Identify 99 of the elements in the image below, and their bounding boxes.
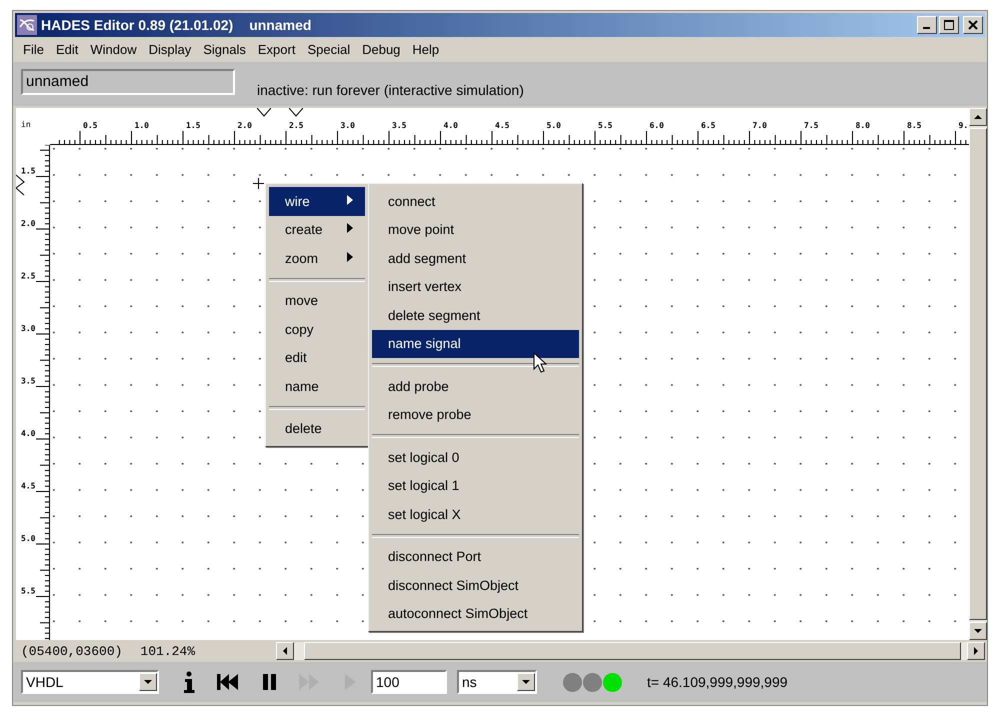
close-button[interactable]: [963, 16, 983, 34]
ruler-label: 5.5: [21, 586, 36, 596]
marker-icon: [257, 108, 271, 117]
ruler-label: 3.5: [392, 121, 406, 130]
scroll-left-button[interactable]: [276, 642, 294, 660]
ruler-label: 2.0: [238, 121, 252, 130]
time-unit-dropdown[interactable]: ns: [457, 670, 537, 694]
menu-item[interactable]: zoom: [269, 244, 365, 272]
menu-item[interactable]: set logical X: [372, 500, 579, 528]
ruler-label: 5.5: [598, 121, 612, 130]
ruler-label: 2.0: [21, 219, 36, 228]
menu-item[interactable]: name: [269, 372, 365, 400]
language-dropdown[interactable]: VHDL: [21, 670, 159, 694]
rewind-icon: [217, 673, 239, 691]
horizontal-scrollbar[interactable]: [276, 642, 985, 660]
ruler-label: 2.5: [21, 272, 36, 280]
ruler-label: 4.0: [21, 429, 36, 438]
minimize-button[interactable]: [917, 16, 937, 34]
cursor-icon: [533, 352, 547, 374]
crosshair-icon: [253, 178, 264, 189]
down-arrow-icon: [144, 678, 152, 686]
rewind-button[interactable]: [217, 673, 239, 691]
menu-bar-item[interactable]: Help: [406, 42, 446, 57]
menu-item[interactable]: edit: [269, 344, 365, 372]
design-name-field[interactable]: unnamed: [21, 69, 235, 95]
schematic-canvas[interactable]: [16, 108, 969, 640]
menu-item[interactable]: remove probe: [372, 400, 579, 429]
scroll-right-button[interactable]: [967, 642, 985, 660]
menu-item[interactable]: add segment: [372, 244, 579, 272]
menu-item[interactable]: connect: [372, 187, 579, 216]
menu-item[interactable]: autoconnect SimObject: [372, 600, 579, 628]
cursor-coordinates: (05400,03600): [21, 644, 122, 658]
menu-item[interactable]: delete: [269, 414, 365, 443]
menu-bar-item[interactable]: File: [17, 42, 50, 57]
info-button[interactable]: [183, 671, 195, 693]
left-arrow-icon: [281, 647, 289, 655]
ruler-label: 8.0: [856, 121, 870, 130]
menu-bar-item[interactable]: Export: [252, 42, 302, 57]
menu-item[interactable]: copy: [269, 315, 365, 344]
ruler-label: 9.: [958, 121, 968, 130]
ruler-label: 3.0: [340, 121, 355, 130]
step-field[interactable]: 100: [371, 670, 447, 694]
ruler-label: 3.5: [21, 376, 36, 386]
ruler-label: 6.0: [650, 121, 664, 130]
menu-item[interactable]: disconnect Port: [372, 542, 579, 571]
ruler-label: 5.0: [21, 534, 36, 543]
menu-item[interactable]: disconnect SimObject: [372, 571, 579, 600]
menu-item[interactable]: insert vertex: [372, 272, 579, 301]
maximize-icon: [944, 20, 954, 30]
menu-bar-item[interactable]: Display: [142, 42, 198, 57]
app-logo-icon: [17, 15, 37, 35]
ruler-label: 0.5: [83, 121, 98, 130]
menu-item[interactable]: move: [269, 286, 365, 315]
menu-bar-item[interactable]: Special: [301, 42, 356, 57]
menu-item[interactable]: wire: [269, 187, 365, 216]
menu-bar-item[interactable]: Debug: [356, 42, 406, 57]
ruler-label: 4.5: [495, 121, 510, 130]
ruler-label: 8.5: [907, 121, 922, 130]
up-arrow-icon: [974, 113, 982, 121]
menu-item[interactable]: move point: [372, 216, 579, 244]
ruler-label: 5.0: [546, 121, 561, 130]
menu-item[interactable]: delete segment: [372, 301, 579, 330]
ruler-label: 1.5: [21, 166, 36, 176]
menu-bar-item[interactable]: Window: [84, 42, 143, 57]
maximize-button[interactable]: [939, 16, 959, 34]
ruler-label: 2.5: [289, 121, 304, 130]
zoom-level: 101.24%: [140, 644, 196, 658]
close-icon: [968, 20, 978, 30]
scroll-down-button[interactable]: [969, 622, 987, 640]
window-title: HADES Editor 0.89 (21.01.02): [41, 17, 234, 33]
ruler-label: 4.5: [21, 482, 36, 490]
down-arrow-icon: [522, 678, 530, 686]
down-arrow-icon: [974, 627, 982, 635]
marker-icon: [16, 174, 25, 196]
ruler-label: 7.5: [804, 121, 818, 130]
info-icon: [183, 671, 195, 693]
ruler-label: 7.0: [752, 121, 767, 130]
menu-bar-item[interactable]: Edit: [50, 42, 84, 57]
ruler-label: 4.0: [444, 121, 458, 130]
ruler-label: 6.5: [701, 121, 716, 130]
vertical-scrollbar[interactable]: [969, 108, 987, 640]
menu-item[interactable]: create: [269, 216, 365, 244]
ruler-label: 1.0: [134, 121, 149, 130]
menu-item[interactable]: add probe: [372, 372, 579, 400]
ruler-label: 1.5: [186, 121, 200, 130]
pause-icon: [263, 673, 277, 691]
right-arrow-icon: [972, 647, 980, 655]
marker-icon: [289, 108, 303, 117]
pause-button[interactable]: [263, 673, 277, 691]
menu-item[interactable]: set logical 1: [372, 472, 579, 500]
scroll-up-button[interactable]: [969, 108, 987, 126]
ruler-unit: in: [20, 119, 32, 131]
menu-bar-item[interactable]: Signals: [197, 42, 252, 57]
simulation-time: t= 46.109,999,999,999: [647, 674, 788, 690]
menu-item[interactable]: name signal: [372, 330, 579, 358]
ruler-label: 3.0: [21, 324, 36, 333]
simulation-status: inactive: run forever (interactive simulation): [257, 82, 524, 98]
menu-item[interactable]: set logical 0: [372, 443, 579, 472]
document-name: unnamed: [249, 17, 312, 33]
